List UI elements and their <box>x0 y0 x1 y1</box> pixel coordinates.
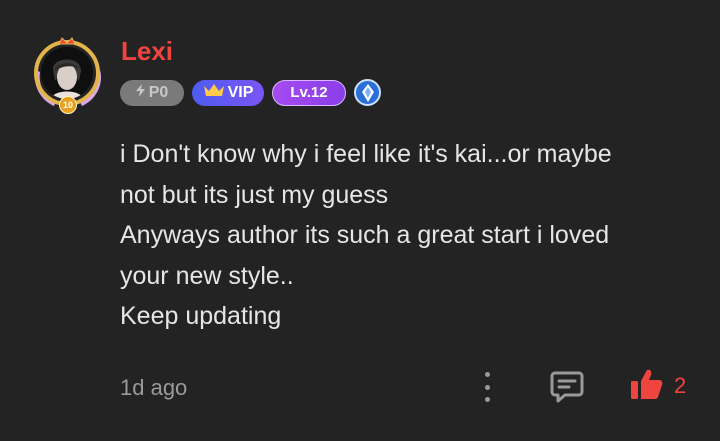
more-vertical-icon[interactable] <box>476 372 498 402</box>
avatar-photo <box>41 47 93 99</box>
comment-line: not but its just my guess <box>120 180 389 209</box>
vip-badge-label: VIP <box>227 83 254 101</box>
like-count: 2 <box>674 373 687 398</box>
level-badge-label: Lv.12 <box>290 84 328 101</box>
comment-timestamp: 1d ago <box>120 375 188 400</box>
username[interactable]: Lexi <box>121 36 173 66</box>
avatar-level-badge: 10 <box>59 96 77 114</box>
vip-badge[interactable]: VIP <box>192 79 264 106</box>
like-button[interactable]: 2 <box>630 368 686 404</box>
thumbs-up-icon <box>630 367 664 406</box>
avatar[interactable]: 10 <box>30 34 106 114</box>
comment-line: i Don't know why i feel like it's kai...… <box>120 140 612 168</box>
crown-icon <box>203 83 225 102</box>
level-badge[interactable]: Lv.12 <box>272 79 346 106</box>
person-photo-icon <box>41 47 93 99</box>
comment-line: your new style.. <box>120 261 294 290</box>
points-badge[interactable]: P0 <box>120 79 184 106</box>
comment-body: i Don't know why i feel like it's kai...… <box>120 134 700 337</box>
comment-icon[interactable] <box>549 368 585 404</box>
comment-card: 10 Lexi P0 VIP Lv.12 i Don't know why i … <box>0 0 720 441</box>
lightning-icon <box>135 83 145 102</box>
points-badge-label: P0 <box>148 83 169 101</box>
diamond-icon[interactable] <box>354 79 381 106</box>
comment-line: Anyways author its such a great start i … <box>120 221 610 249</box>
comment-line: Keep updating <box>120 302 282 330</box>
user-badges: P0 VIP Lv.12 <box>120 79 381 106</box>
